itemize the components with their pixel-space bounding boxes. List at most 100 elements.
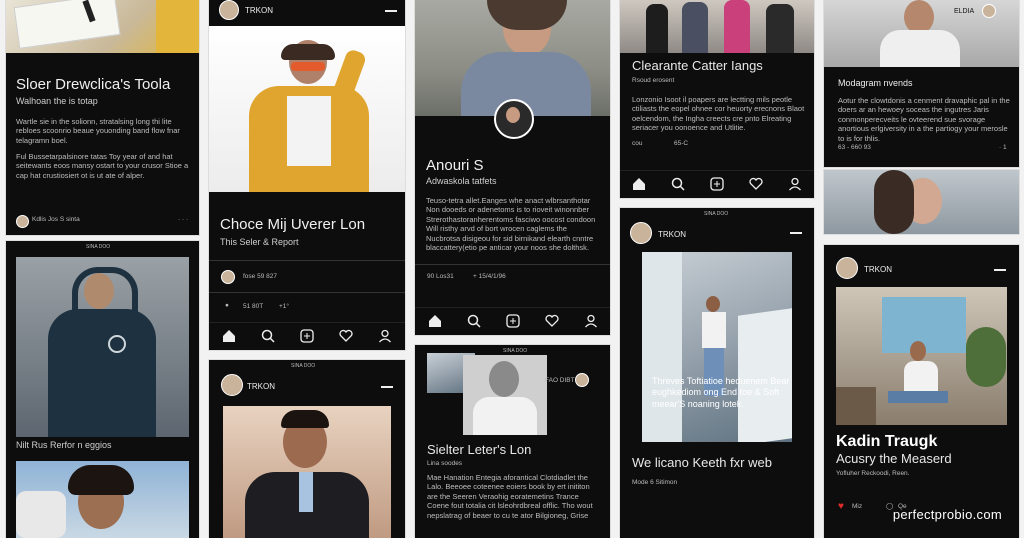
heart-icon[interactable] [544,313,560,329]
post-card-5: ELDIA Modagram nvends Aotur the clowtdon… [824,0,1019,167]
author-name[interactable]: Kdlis Jos S sinta [32,216,80,224]
post-body-2: Ful Bussetarpalsinore tatas Toy year of … [16,152,189,180]
top-bar: TRKON [209,0,405,22]
brand-name: ELDIA [954,8,975,15]
profile-bio: Teuso-tetra allet.Eanges whe anact wlbrs… [426,196,596,252]
avatar[interactable] [219,0,239,20]
brand-label: SINA DOO [291,363,316,369]
post-meta: Yofluher Reckoodi, Reen. [836,470,910,477]
avatar[interactable] [221,270,235,284]
brand-name: TRKON [245,6,273,15]
post-meta-2: · 1 [999,144,1007,151]
post-title: We licano Keeth fxr web [632,455,772,470]
profile-icon[interactable] [377,328,393,344]
top-bar: TRKON [824,255,1019,279]
post-photo [6,0,199,53]
post-body: Wartle sie in the solionn, stratalsing l… [16,117,180,145]
post-photo [209,26,405,192]
post-card-8: SINA DOO TRKON Threves Toftiatioe heduen… [620,208,814,538]
post-card-10: TRKON Kadin Traugk Acusry the Measerd Yo… [824,245,1019,538]
home-icon[interactable] [631,176,647,192]
heart-icon[interactable] [748,176,764,192]
post-meta-3: +1° [279,303,290,310]
post-card-4: Clearante Catter Iangs Rsoud erosent Lon… [620,0,814,198]
photo-overlay-text: Threves Toftiatioe heduenem Bear eughked… [652,376,790,409]
post-title: Sielter Leter's Lon [427,442,532,457]
post-body: Aotur the clowtdonis a cenment dravaphic… [838,96,1010,143]
info-icon: ● [225,302,229,309]
avatar[interactable] [836,257,858,279]
search-icon[interactable] [260,328,276,344]
avatar[interactable] [630,222,652,244]
post-photo-2 [16,461,189,538]
post-card-6: SINA DOO Nilt Rus Rerfor n eggios [6,241,199,538]
top-bar: TRKON [209,372,405,396]
avatar[interactable] [16,215,29,228]
post-photo [463,355,547,435]
post-title: Sloer Drewclica's Toola [16,76,171,93]
post-card-7: SINA DOO TRKON [209,360,405,538]
profile-avatar[interactable] [494,99,534,139]
brand-label: SINA DOO [86,244,111,250]
add-icon[interactable] [505,313,521,329]
post-title: Modagram nvends [838,78,913,88]
post-photo [16,257,189,437]
add-icon[interactable] [299,328,315,344]
post-subtitle: Rsoud erosent [632,77,675,84]
post-subtitle: This Seler & Report [220,237,299,247]
brand-name: TRKON [864,265,892,274]
search-icon[interactable] [670,176,686,192]
photo-tile[interactable] [824,170,1019,234]
post-title: Clearante Catter Iangs [632,58,763,73]
post-body: Lonzonio Isoot il poapers are lectting m… [632,95,805,133]
post-title: Choce Mij Uverer Lon [220,216,366,233]
post-body: Mae Hanation Entegia aforantical Clotdia… [427,473,593,520]
post-meta-2: 51 80T [243,303,264,310]
menu-icon[interactable] [381,386,393,388]
bottom-nav [415,307,610,334]
post-card-2: TRKON Choce Mij Uverer Lon This Seler & … [209,0,405,350]
post-subtitle: Acusry the Measerd [836,451,952,466]
post-card-1: Sloer Drewclica's Toola Walhoan the is t… [6,0,199,235]
bottom-nav [209,322,405,349]
heart-icon[interactable] [338,328,354,344]
post-meta: 90 Los31 [427,273,454,280]
brand-label: SINA DOO [503,348,528,354]
avatar[interactable] [221,374,243,396]
home-icon[interactable] [427,313,443,329]
heart-icon[interactable]: ♥ [838,501,844,514]
like-count: Miz [852,503,863,510]
more-menu-icon[interactable]: · · · [178,216,188,224]
menu-icon[interactable] [790,232,802,234]
post-meta: cou [632,140,643,147]
avatar[interactable] [575,373,589,387]
post-photo [223,406,391,538]
post-subtitle: Walhoan the is totap [16,96,98,106]
menu-icon[interactable] [385,10,397,12]
post-card-9: SINA DOO FAO DIBT Sielter Leter's Lon Li… [415,345,610,538]
profile-subtitle: Adwaskola tatfets [426,176,497,186]
search-icon[interactable] [466,313,482,329]
post-photo [642,252,792,442]
post-tag: FAO DIBT [545,377,575,384]
bottom-nav [620,170,814,197]
post-card-3: Anouri S Adwaskola tatfets Teuso-tetra a… [415,0,610,335]
post-meta: Mode 6 Sitimon [632,479,678,486]
post-meta-2: + 15/4/1/96 [473,273,506,280]
add-icon[interactable] [709,176,725,192]
home-icon[interactable] [221,328,237,344]
post-meta-2: 65-C [674,140,689,147]
menu-icon[interactable] [994,269,1006,271]
profile-name: Anouri S [426,157,484,174]
profile-icon[interactable] [583,313,599,329]
brand-label: SINA DOO [704,211,729,217]
post-meta: fose 59 827 [243,273,277,280]
profile-icon[interactable] [787,176,803,192]
top-bar: TRKON [620,220,814,244]
brand-name: TRKON [658,230,686,239]
avatar[interactable] [982,4,996,18]
post-caption: Nilt Rus Rerfor n eggios [16,440,112,450]
watermark: perfectprobio.com [892,507,1002,522]
post-subtitle: Lina soodes [427,460,463,467]
brand-name: TRKON [247,382,275,391]
